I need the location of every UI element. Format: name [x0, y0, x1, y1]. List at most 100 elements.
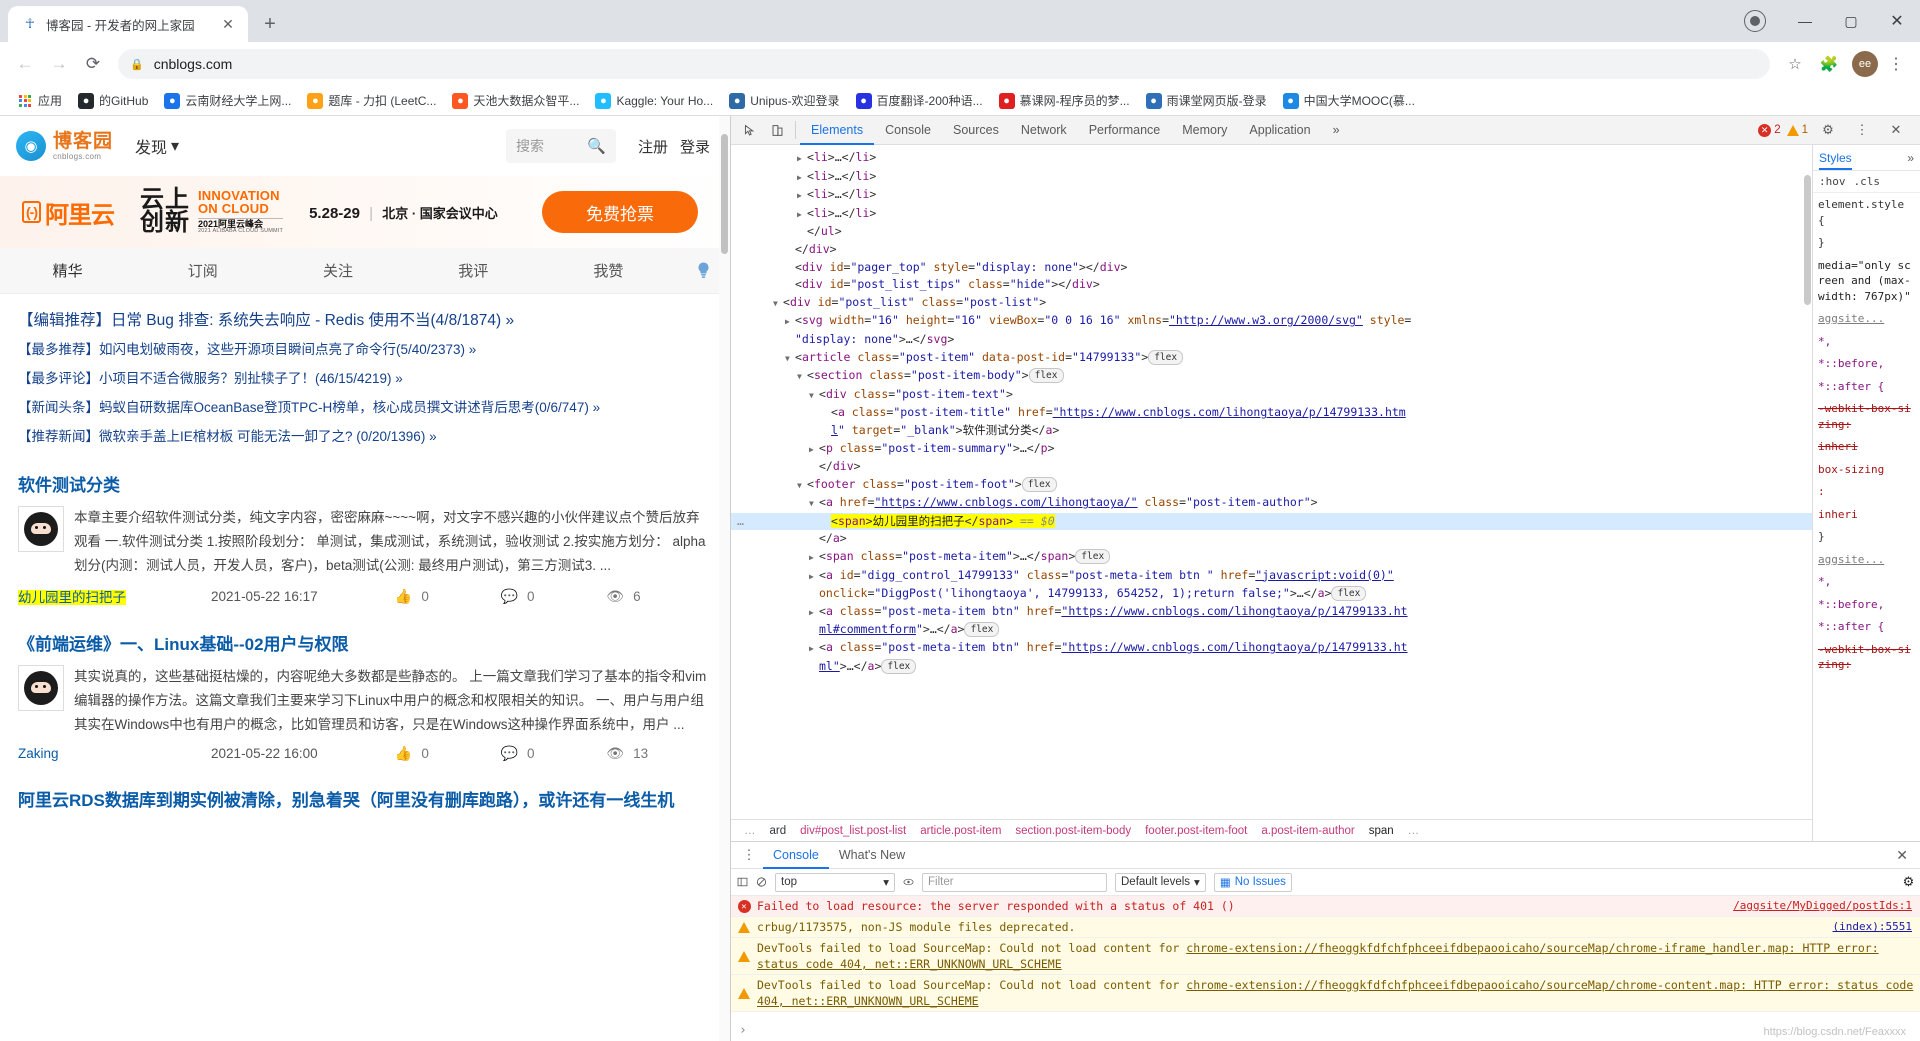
- style-rule-line[interactable]: *,: [1818, 334, 1915, 350]
- style-rule-line[interactable]: inheri: [1818, 439, 1915, 455]
- console-context-select[interactable]: top ▾: [775, 873, 895, 892]
- bookmark-item[interactable]: ●Kaggle: Your Ho...: [588, 90, 720, 112]
- style-rule-line[interactable]: aggsite...: [1818, 552, 1915, 568]
- console-filter-input[interactable]: Filter: [922, 873, 1107, 892]
- dom-node-line[interactable]: ▶<svg width="16" height="16" viewBox="0 …: [731, 312, 1812, 331]
- dom-node-line[interactable]: </div>: [731, 458, 1812, 476]
- styles-more-icon[interactable]: »: [1907, 151, 1914, 165]
- dom-node-line[interactable]: <div id="post_list_tips" class="hide"></…: [731, 276, 1812, 294]
- bookmark-item[interactable]: ●天池大数据众智平...: [445, 89, 586, 112]
- author-avatar[interactable]: [18, 506, 64, 552]
- device-toolbar-icon[interactable]: [763, 117, 791, 143]
- dom-node-line[interactable]: ▶<span class="post-meta-item">…</span>fl…: [731, 548, 1812, 567]
- dom-node-line[interactable]: ▼<a href="https://www.cnblogs.com/lihong…: [731, 494, 1812, 513]
- post-title[interactable]: 《前端运维》一、Linux基础--02用户与权限: [18, 630, 712, 655]
- disclosure-triangle-icon[interactable]: ▼: [797, 368, 807, 386]
- recommendation-link[interactable]: 【最多推荐】如闪电划破雨夜，这些开源项目瞬间点亮了命令行(5/40/2373) …: [18, 335, 712, 364]
- disclosure-triangle-icon[interactable]: ▼: [809, 387, 819, 405]
- dom-node-line[interactable]: ▶<p class="post-item-summary">…</p>: [731, 440, 1812, 459]
- style-rule-line[interactable]: inheri: [1818, 507, 1915, 523]
- post-title[interactable]: 阿里云RDS数据库到期实例被清除，别急着哭（阿里没有删库跑路），或许还有一线生机: [18, 786, 712, 811]
- dom-node-line[interactable]: </ul>: [731, 223, 1812, 241]
- style-rule-line[interactable]: }: [1818, 235, 1915, 251]
- recommendation-link[interactable]: 【最多评论】小项目不适合微服务？别扯犊子了！(46/15/4219) »: [18, 364, 712, 393]
- dom-node-line[interactable]: ▶<a class="post-meta-item btn" href="htt…: [731, 639, 1812, 658]
- disclosure-triangle-icon[interactable]: ▶: [809, 568, 819, 586]
- bookmark-item[interactable]: ●题库 - 力扣 (LeetC...: [300, 89, 443, 112]
- recommendation-link[interactable]: 【新闻头条】蚂蚁自研数据库OceanBase登顶TPC-H榜单，核心成员撰文讲述…: [18, 393, 712, 422]
- post-title[interactable]: 软件测试分类: [18, 471, 712, 496]
- recommendation-link[interactable]: 【推荐新闻】微软亲手盖上IE棺材板 可能无法一卸了之? (0/20/1396) …: [18, 422, 712, 451]
- disclosure-triangle-icon[interactable]: ▶: [809, 441, 819, 459]
- search-input[interactable]: 搜索 🔍: [506, 129, 616, 163]
- post-likes[interactable]: 👍0: [395, 745, 501, 762]
- dom-node-line[interactable]: …<span>幼儿园里的扫把子</span> == $0: [731, 513, 1812, 531]
- console-message[interactable]: crbug/1173575, non-JS module files depre…: [731, 917, 1920, 938]
- bookmark-star-icon[interactable]: ☆: [1780, 49, 1810, 79]
- bookmark-item[interactable]: ●Unipus-欢迎登录: [722, 89, 846, 112]
- breadcrumb-item[interactable]: section.post-item-body: [1008, 825, 1138, 837]
- console-levels-select[interactable]: Default levels ▾: [1115, 873, 1206, 892]
- disclosure-triangle-icon[interactable]: ▶: [797, 206, 807, 224]
- breadcrumb-item[interactable]: article.post-item: [913, 825, 1008, 837]
- style-rule-line[interactable]: *::after {: [1818, 379, 1915, 395]
- console-message[interactable]: DevTools failed to load SourceMap: Could…: [731, 938, 1920, 975]
- gear-icon[interactable]: ⚙: [1903, 877, 1914, 888]
- console-message-source[interactable]: /aggsite/MyDigged/postIds:1: [1733, 898, 1912, 914]
- breadcrumb-item[interactable]: span: [1362, 825, 1401, 837]
- style-rule-line[interactable]: box-sizing: [1818, 462, 1915, 478]
- expand-ellipsis[interactable]: …: [737, 513, 745, 531]
- site-logo[interactable]: ◉ 博客园 cnblogs.com: [16, 131, 113, 161]
- dom-node-line[interactable]: ▼<footer class="post-item-foot">flex: [731, 476, 1812, 495]
- post-comments[interactable]: 💬0: [501, 588, 607, 605]
- content-tab[interactable]: 订阅: [135, 260, 270, 281]
- disclosure-triangle-icon[interactable]: ▼: [785, 350, 795, 368]
- devtools-tab[interactable]: Sources: [942, 116, 1010, 145]
- post-author-link[interactable]: Zaking: [18, 746, 211, 761]
- flex-badge[interactable]: flex: [1075, 549, 1110, 564]
- error-count-badge[interactable]: ✕ 2: [1758, 124, 1780, 137]
- extensions-icon[interactable]: 🧩: [1814, 49, 1844, 79]
- class-toggle-button[interactable]: .cls: [1854, 175, 1881, 188]
- bookmark-item[interactable]: ●云南财经大学上网...: [157, 89, 298, 112]
- style-rule-line[interactable]: :: [1818, 484, 1915, 500]
- breadcrumb-item[interactable]: div#post_list.post-list: [793, 825, 913, 837]
- disclosure-triangle-icon[interactable]: ▶: [809, 549, 819, 567]
- dom-node-line[interactable]: ml">…</a>flex: [731, 658, 1812, 676]
- console-sidebar-icon[interactable]: [737, 877, 748, 888]
- search-icon[interactable]: 🔍: [587, 137, 606, 155]
- post-author-link[interactable]: 幼儿园里的扫把子: [18, 586, 211, 606]
- dom-tree[interactable]: ▶<li>…</li>▶<li>…</li>▶<li>…</li>▶<li>…<…: [731, 145, 1812, 819]
- dom-node-line[interactable]: ▶<li>…</li>: [731, 186, 1812, 205]
- banner-cta-button[interactable]: 免费抢票: [542, 191, 698, 233]
- devtools-tab[interactable]: Network: [1010, 116, 1078, 145]
- dom-node-line[interactable]: <div id="pager_top" style="display: none…: [731, 259, 1812, 277]
- register-link[interactable]: 注册: [638, 136, 668, 157]
- recommendation-link[interactable]: 【编辑推荐】日常 Bug 排查: 系统失去响应 - Redis 使用不当(4/8…: [18, 306, 712, 335]
- clear-console-icon[interactable]: [756, 877, 767, 888]
- styles-rules[interactable]: element.style {}media="only screen and (…: [1813, 193, 1920, 841]
- dom-node-line[interactable]: ml#commentform">…</a>flex: [731, 621, 1812, 639]
- style-rule-line[interactable]: aggsite...: [1818, 311, 1915, 327]
- post-likes[interactable]: 👍0: [395, 588, 501, 605]
- disclosure-triangle-icon[interactable]: ▶: [797, 150, 807, 168]
- dom-node-line[interactable]: ▶<a class="post-meta-item btn" href="htt…: [731, 603, 1812, 622]
- minimize-button[interactable]: —: [1782, 0, 1828, 42]
- dom-scrollbar[interactable]: [1802, 145, 1812, 819]
- author-avatar[interactable]: [18, 665, 64, 711]
- devtools-tab[interactable]: Performance: [1078, 116, 1172, 145]
- bookmark-item[interactable]: ●慕课网-程序员的梦...: [992, 89, 1137, 112]
- dom-node-line[interactable]: ▶<a id="digg_control_14799133" class="po…: [731, 567, 1812, 586]
- page-scrollbar[interactable]: [719, 116, 730, 1041]
- tab-styles[interactable]: Styles: [1819, 146, 1852, 170]
- devtools-tab[interactable]: »: [1322, 116, 1351, 145]
- style-rule-line[interactable]: -webkit-box-sizing:: [1818, 401, 1915, 432]
- console-message[interactable]: DevTools failed to load SourceMap: Could…: [731, 975, 1920, 1012]
- style-rule-line[interactable]: *::before,: [1818, 597, 1915, 613]
- dom-node-line[interactable]: ▶<li>…</li>: [731, 149, 1812, 168]
- breadcrumb-item[interactable]: ard: [763, 825, 794, 837]
- bookmark-item[interactable]: 应用: [10, 89, 69, 112]
- nav-discover[interactable]: 发现 ▾: [135, 134, 179, 158]
- dom-node-line[interactable]: ▶<li>…</li>: [731, 168, 1812, 187]
- dom-node-line[interactable]: ▼<div id="post_list" class="post-list">: [731, 294, 1812, 313]
